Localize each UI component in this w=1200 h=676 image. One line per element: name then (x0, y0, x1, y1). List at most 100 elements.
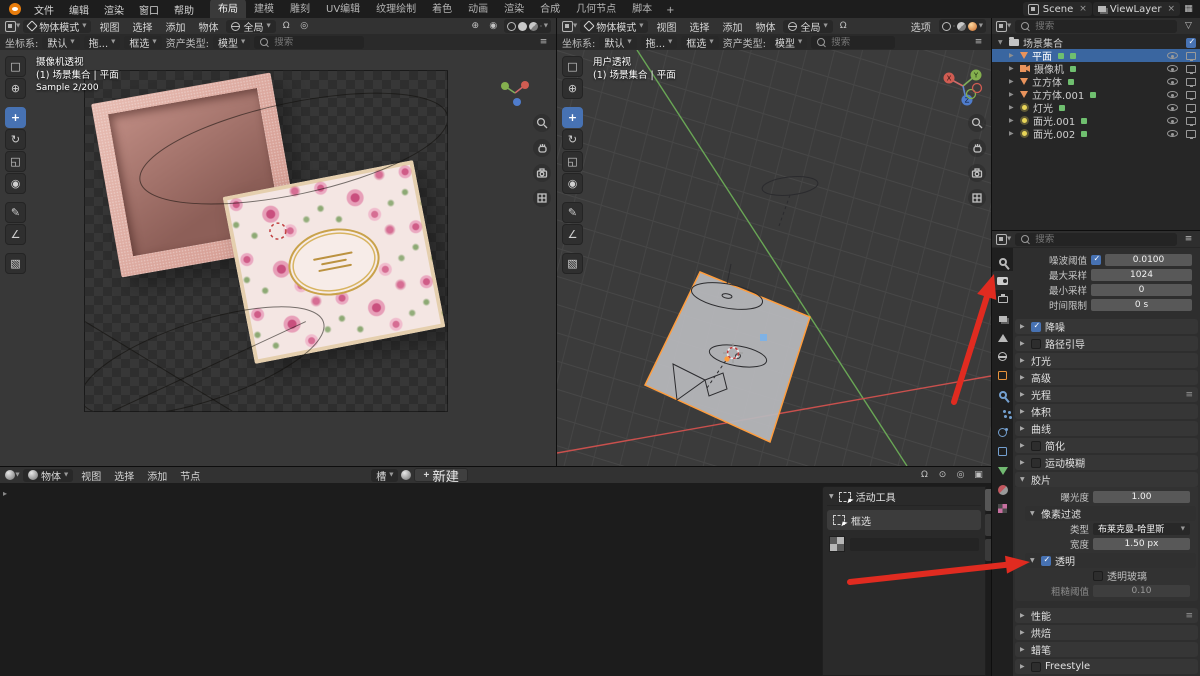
coord-selector[interactable]: 默认▼ (599, 36, 636, 49)
min-samples-value[interactable]: 0 (1091, 284, 1192, 296)
panel-film[interactable]: ▼胶片 (1015, 472, 1198, 487)
blender-logo-icon[interactable] (9, 3, 21, 15)
menu-render[interactable]: 渲染 (97, 1, 131, 17)
panel-light-paths[interactable]: ▶光程≡ (1015, 387, 1198, 402)
asset-type-selector[interactable]: 模型▼ (213, 36, 250, 49)
scale-tool[interactable]: ◱ (5, 151, 26, 172)
menu-view[interactable]: 视图 (76, 468, 106, 482)
pin-icon[interactable]: ▣ (971, 469, 986, 482)
workspace-tab-geometry-nodes[interactable]: 几何节点 (568, 0, 624, 18)
filter-width-value[interactable]: 1.50 px (1093, 538, 1190, 550)
sidebar-tab-tool[interactable] (985, 489, 991, 511)
sidebar-tab-view[interactable] (985, 539, 991, 561)
unlink-scene-icon[interactable]: × (1077, 4, 1087, 14)
tab-texture[interactable] (992, 499, 1013, 518)
panel-bake[interactable]: ▶烘焙 (1015, 625, 1198, 640)
properties-search-input[interactable] (1035, 234, 1172, 245)
region-expand-icon[interactable]: ▸ (3, 489, 7, 498)
disable-in-render-icon[interactable] (1186, 52, 1196, 60)
denoise-checkbox[interactable] (1031, 322, 1041, 332)
menu-object[interactable]: 物体 (193, 19, 223, 33)
tab-constraints[interactable] (992, 442, 1013, 461)
add-workspace-button[interactable]: + (660, 3, 680, 18)
shading-solid-icon[interactable] (518, 22, 527, 31)
workspace-tab-uv-editing[interactable]: UV编辑 (318, 0, 368, 18)
material-slot-selector[interactable]: 槽▼ (371, 469, 398, 482)
panel-grease-pencil[interactable]: ▶蜡笔 (1015, 642, 1198, 657)
proportional-edit-icon[interactable]: ◎ (297, 20, 312, 33)
add-primitive-tool[interactable]: ▧ (562, 253, 583, 274)
shading-rendered-icon[interactable] (968, 22, 977, 31)
menu-add[interactable]: 添加 (160, 19, 190, 33)
shading-wireframe-icon[interactable] (942, 22, 951, 31)
shading-material-icon[interactable] (957, 22, 966, 31)
outliner-row-light[interactable]: ▶ 灯光 (992, 101, 1200, 114)
transparent-checkbox[interactable] (1041, 556, 1051, 566)
roughness-threshold-value[interactable]: 0.10 (1093, 585, 1190, 597)
navigation-gizmo[interactable]: Y X Z (941, 64, 985, 108)
drag-selector[interactable]: 拖...▼ (641, 36, 678, 49)
measure-tool[interactable]: ∠ (562, 224, 583, 245)
path-guiding-checkbox[interactable] (1031, 339, 1041, 349)
texture-name-field[interactable] (850, 538, 979, 551)
scene-selector[interactable]: Scene × (1023, 2, 1092, 16)
menu-object[interactable]: 物体 (750, 19, 780, 33)
noise-threshold-value[interactable]: 0.0100 (1105, 254, 1192, 266)
workspace-tab-rendering[interactable]: 渲染 (496, 0, 532, 18)
camera-view-icon[interactable] (533, 164, 551, 182)
workspace-tab-texture-paint[interactable]: 纹理绘制 (368, 0, 424, 18)
zoom-icon[interactable] (533, 114, 551, 132)
outliner-row-area-001[interactable]: ▶ 面光.001 (992, 114, 1200, 127)
options-menu[interactable]: 选项 (906, 19, 936, 33)
tab-scene[interactable] (992, 328, 1013, 347)
menu-add[interactable]: 添加 (142, 468, 172, 482)
snap-mode-icon[interactable]: ⊙ (935, 469, 950, 482)
transform-tool[interactable]: ◉ (562, 173, 583, 194)
outliner-row-scene-collection[interactable]: ▼ 场景集合 (992, 36, 1200, 49)
motion-blur-checkbox[interactable] (1031, 458, 1041, 468)
editor-type-icon[interactable]: ▼ (996, 233, 1011, 246)
workspace-tab-scripting[interactable]: 脚本 (624, 0, 660, 18)
outliner-row-cube[interactable]: ▶ 立方体 (992, 75, 1200, 88)
rotate-tool[interactable]: ↻ (5, 129, 26, 150)
move-tool[interactable]: + (562, 107, 583, 128)
pan-hand-icon[interactable] (533, 139, 551, 157)
properties-filter-icon[interactable]: ≡ (1181, 233, 1196, 246)
cursor-tool[interactable]: ⊕ (5, 78, 26, 99)
transform-orientation-selector[interactable]: 全局▼ (226, 20, 275, 33)
hide-in-viewport-icon[interactable] (1167, 130, 1178, 137)
shading-wireframe-icon[interactable] (507, 22, 516, 31)
tab-physics[interactable] (992, 423, 1013, 442)
tab-world[interactable] (992, 347, 1013, 366)
panel-freestyle[interactable]: ▶ Freestyle (1015, 659, 1198, 674)
panel-pixel-filter[interactable]: ▼像素过滤 (1025, 506, 1196, 521)
select-box-tool[interactable]: □ (5, 56, 26, 77)
sidebar-tab-item[interactable] (985, 514, 991, 536)
workspace-tab-layout[interactable]: 布局 (210, 0, 246, 18)
panel-lights[interactable]: ▶灯光 (1015, 353, 1198, 368)
annotate-tool[interactable]: ✎ (5, 202, 26, 223)
menu-edit[interactable]: 编辑 (62, 1, 96, 17)
pan-hand-icon[interactable] (968, 139, 986, 157)
hide-in-viewport-icon[interactable] (1167, 91, 1178, 98)
hide-in-viewport-icon[interactable] (1167, 117, 1178, 124)
tool-search-input[interactable] (274, 37, 359, 48)
workspace-tab-shading[interactable]: 着色 (424, 0, 460, 18)
filter-type-selector[interactable]: 布莱克曼-哈里斯▼ (1093, 523, 1190, 535)
active-tool-panel-header[interactable]: ▼ 活动工具 (827, 490, 981, 506)
status-display-icon[interactable]: ▦ (1181, 3, 1196, 16)
panel-motion-blur[interactable]: ▶ 运动模糊 (1015, 455, 1198, 470)
outliner-row-area-002[interactable]: ▶ 面光.002 (992, 127, 1200, 140)
show-overlays-icon[interactable]: ◉ (486, 20, 501, 33)
panel-path-guiding[interactable]: ▶ 路径引导 (1015, 336, 1198, 351)
viewport-left-canvas[interactable]: □ ⊕ + ↻ ◱ ◉ ✎ ∠ ▧ 摄像机透视 (1) 场景集合 | 平面 Sa… (0, 50, 556, 466)
select-mode-selector[interactable]: 框选▼ (681, 36, 718, 49)
tab-particles[interactable] (992, 404, 1013, 423)
transform-orientation-selector[interactable]: 全局▼ (783, 20, 832, 33)
noise-threshold-checkbox[interactable] (1091, 255, 1101, 265)
workspace-tab-compositing[interactable]: 合成 (532, 0, 568, 18)
menu-help[interactable]: 帮助 (167, 1, 201, 17)
mode-selector[interactable]: 物体模式▼ (580, 20, 648, 33)
disable-in-render-icon[interactable] (1186, 130, 1196, 138)
unlink-view-layer-icon[interactable]: × (1165, 4, 1175, 14)
